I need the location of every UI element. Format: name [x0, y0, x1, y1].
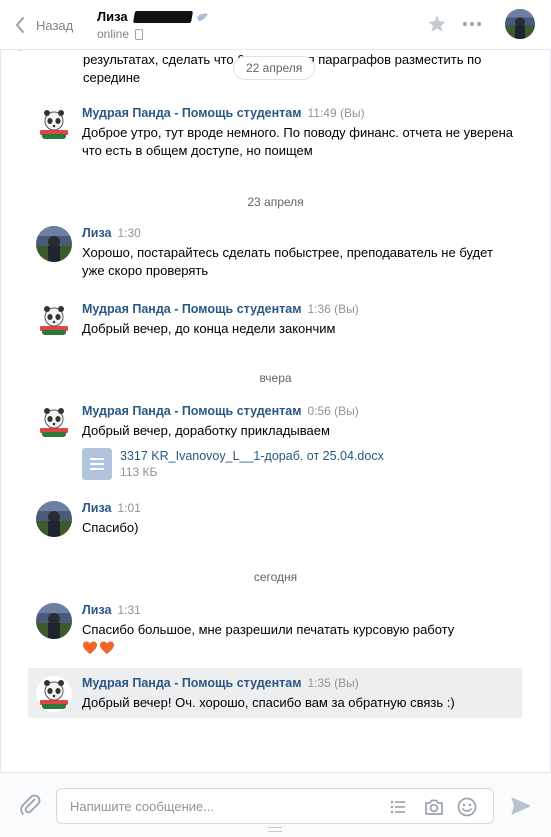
message-author[interactable]: Мудрая Панда - Помощь студентам	[82, 106, 301, 120]
more-icon[interactable]	[463, 22, 481, 26]
message-text: Спасибо)	[82, 520, 139, 535]
star-icon[interactable]	[427, 14, 447, 34]
message-time[interactable]: 11:49 (Вы)	[307, 106, 364, 120]
message-time[interactable]: 1:30	[117, 226, 140, 240]
date-separator: 23 апреля	[247, 195, 304, 209]
message-author[interactable]: Лиза	[82, 603, 111, 617]
avatar[interactable]	[36, 226, 72, 262]
send-icon[interactable]	[510, 795, 532, 817]
redacted-surname	[132, 10, 193, 23]
date-separator: сегодня	[253, 570, 298, 584]
avatar[interactable]	[36, 302, 72, 338]
message-text: Добрый вечер, до конца недели закончим	[82, 321, 336, 336]
avatar[interactable]	[36, 404, 72, 440]
message-text: Добрый вечер! Оч. хорошо, спасибо вам за…	[82, 695, 455, 710]
back-button[interactable]: Назад	[14, 14, 73, 36]
floating-date-badge: 22 апреля	[233, 56, 316, 80]
paperclip-icon[interactable]	[18, 793, 42, 817]
document-size: 113 КБ	[120, 465, 158, 479]
message-author[interactable]: Лиза	[82, 226, 111, 240]
avatar[interactable]	[36, 603, 72, 639]
message-time[interactable]: 0:56 (Вы)	[307, 404, 358, 418]
phone-icon	[135, 28, 144, 40]
message-author[interactable]: Лиза	[82, 501, 111, 515]
document-name[interactable]: 3317 KR_Ivanovoy_L__1-дораб. от 25.04.do…	[120, 448, 384, 464]
avatar	[13, 50, 27, 51]
message-time[interactable]: 1:35 (Вы)	[307, 676, 358, 690]
message-time[interactable]: 1:31	[117, 603, 140, 617]
message[interactable]: Мудрая Панда - Помощь студентам 0:56 (Вы)…	[28, 396, 522, 486]
message[interactable]: Мудрая Панда - Помощь студентам 11:49 (Вы…	[28, 98, 522, 166]
message[interactable]: Лиза 1:30 Хорошо, постарайтесь сделать по…	[28, 218, 522, 286]
message-time[interactable]: 1:36 (Вы)	[307, 302, 358, 316]
message[interactable]: Мудрая Панда - Помощь студентам 1:35 (Вы)…	[28, 668, 522, 718]
peer-status: online	[97, 27, 130, 41]
list-icon[interactable]	[387, 796, 409, 818]
message-history[interactable]: результатах, сделать что 6 и названия па…	[0, 50, 551, 772]
peer-info[interactable]: Лиза online	[97, 8, 210, 41]
document-attachment[interactable]: 3317 KR_Ivanovoy_L__1-дораб. от 25.04.do…	[82, 448, 514, 480]
message-text: Доброе утро, тут вроде немного. По повод…	[82, 125, 517, 158]
message[interactable]: Лиза 1:31 Спасибо большое, мне разрешили …	[28, 595, 522, 664]
heart-icon	[83, 641, 97, 654]
message[interactable]: Лиза 1:01 Спасибо)	[28, 493, 522, 543]
message-input[interactable]	[70, 797, 370, 815]
chat-header: Назад Лиза online	[0, 0, 551, 50]
smile-icon[interactable]	[456, 796, 478, 818]
message-author[interactable]: Мудрая Панда - Помощь студентам	[82, 404, 301, 418]
verified-icon	[196, 13, 208, 21]
avatar[interactable]	[36, 676, 72, 712]
message-text: Спасибо большое, мне разрешили печатать …	[82, 622, 455, 637]
avatar[interactable]	[36, 106, 72, 142]
resize-grip[interactable]	[268, 827, 282, 832]
message-input-box[interactable]	[56, 788, 494, 824]
back-label: Назад	[36, 17, 74, 33]
message-composer	[0, 772, 551, 837]
emoji-hearts: ❤❤	[82, 640, 514, 658]
message[interactable]: Мудрая Панда - Помощь студентам 1:36 (Вы)…	[28, 294, 522, 344]
peer-name: Лиза	[97, 9, 128, 24]
message-text: Добрый вечер, доработку прикладываем	[82, 423, 330, 438]
message-time[interactable]: 1:01	[117, 501, 140, 515]
message-text: Хорошо, постарайтесь сделать побыстрее, …	[82, 245, 497, 278]
heart-icon	[100, 641, 114, 654]
camera-icon[interactable]	[423, 796, 445, 818]
avatar[interactable]	[505, 9, 535, 39]
document-icon[interactable]	[82, 448, 112, 480]
chevron-left-icon	[16, 17, 24, 33]
message-author[interactable]: Мудрая Панда - Помощь студентам	[82, 676, 301, 690]
message-author[interactable]: Мудрая Панда - Помощь студентам	[82, 302, 301, 316]
avatar[interactable]	[36, 501, 72, 537]
date-separator: вчера	[259, 371, 292, 385]
